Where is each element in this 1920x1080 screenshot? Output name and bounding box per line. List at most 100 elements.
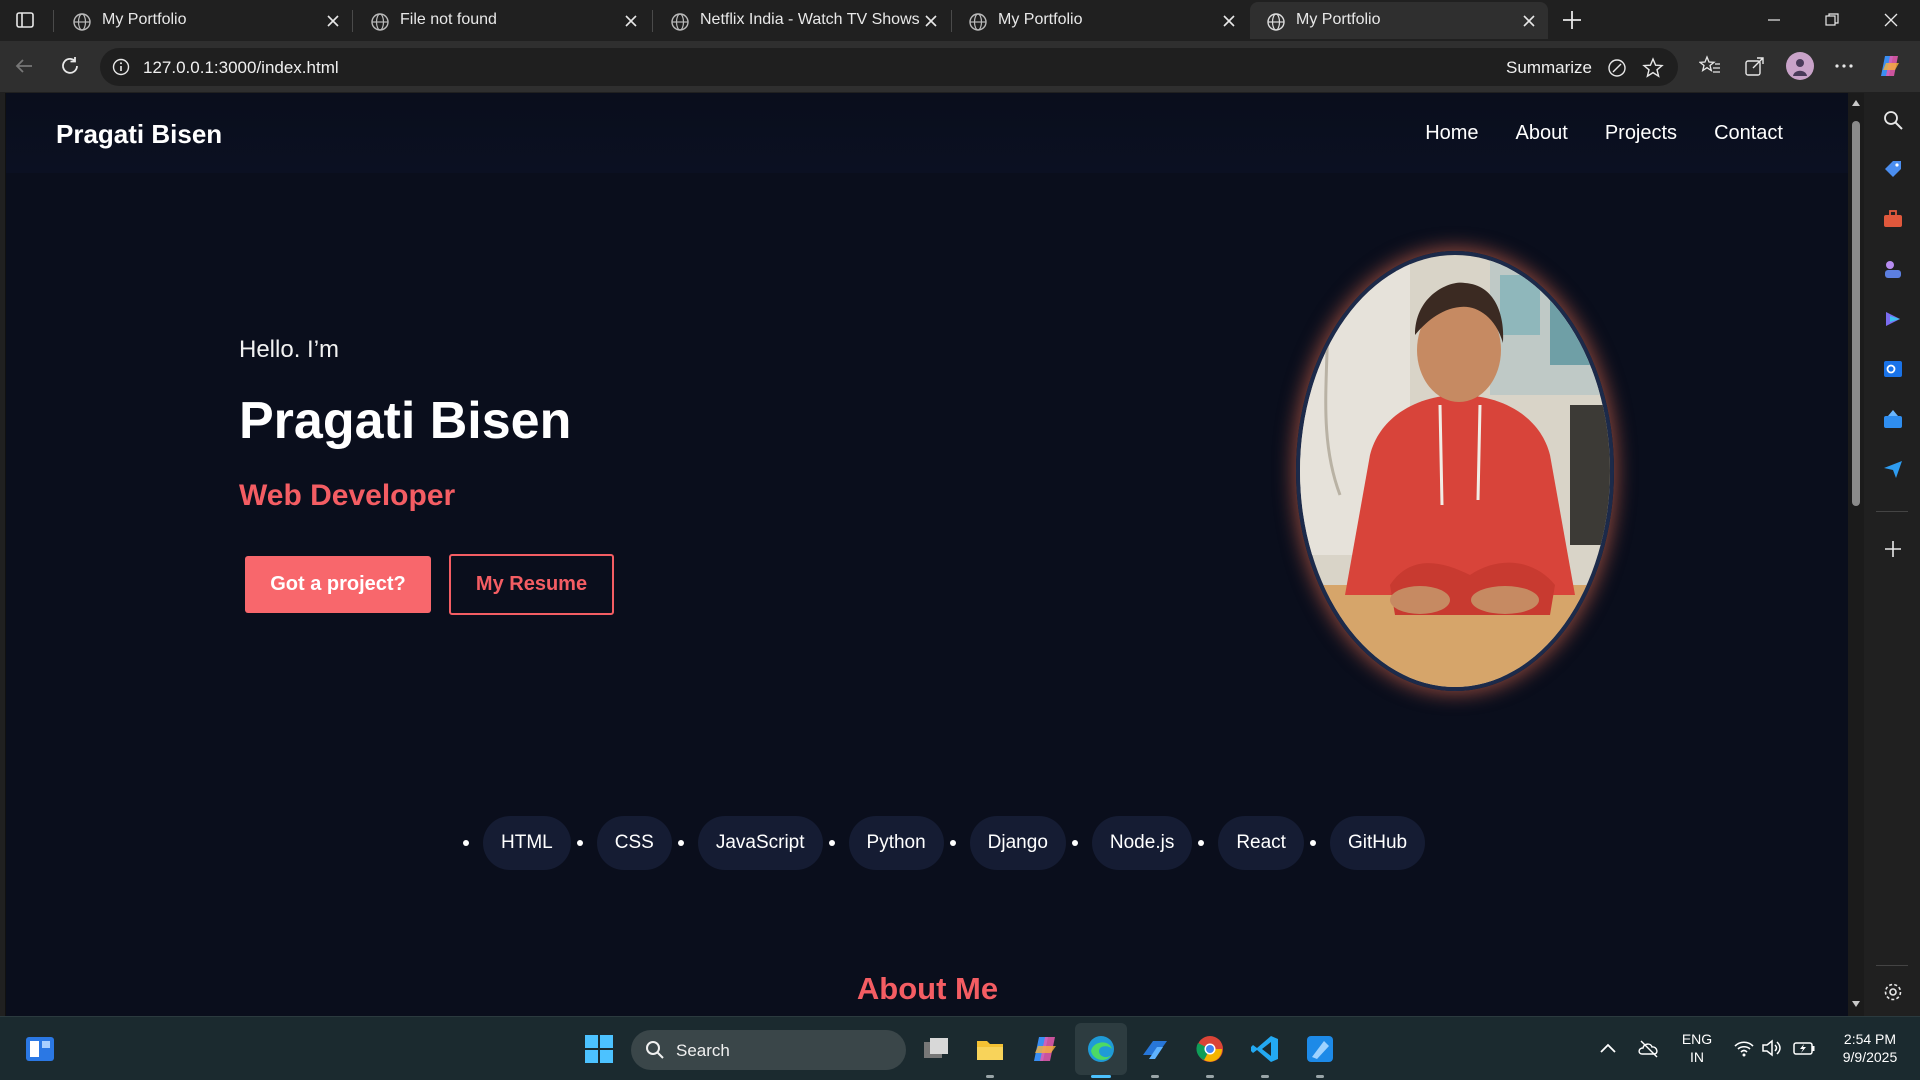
bullet-dot xyxy=(1071,840,1078,846)
close-icon[interactable] xyxy=(1220,12,1238,30)
chrome-icon[interactable] xyxy=(1194,1033,1226,1065)
outlook-icon[interactable] xyxy=(1882,358,1904,380)
globe-icon xyxy=(73,13,91,31)
address-bar[interactable]: 127.0.0.1:3000/index.html Summarize xyxy=(100,48,1678,86)
nav-home[interactable]: Home xyxy=(1425,122,1478,145)
tab-4[interactable]: My Portfolio xyxy=(952,2,1248,39)
globe-icon xyxy=(969,13,987,31)
more-menu-icon[interactable] xyxy=(1831,53,1857,79)
copilot-icon[interactable] xyxy=(1877,53,1903,79)
tab-separator xyxy=(352,10,353,32)
minimize-icon[interactable] xyxy=(1745,0,1803,40)
nav-about[interactable]: About xyxy=(1516,122,1568,145)
battery-icon[interactable] xyxy=(1792,1038,1816,1058)
site-info-icon[interactable] xyxy=(112,58,130,76)
skills-list: HTML CSS JavaScript Python Django Node.j… xyxy=(460,816,1428,870)
browser-toolbar: 127.0.0.1:3000/index.html Summarize xyxy=(0,41,1920,92)
close-window-icon[interactable] xyxy=(1862,0,1920,40)
running-indicator xyxy=(1261,1075,1269,1078)
settings-gear-icon[interactable] xyxy=(1882,981,1904,1003)
tab-1[interactable]: My Portfolio xyxy=(56,2,352,39)
file-explorer-icon[interactable] xyxy=(974,1033,1006,1065)
got-a-project-button[interactable]: Got a project? xyxy=(245,556,431,613)
skill-pill: HTML xyxy=(483,816,571,870)
vscode-icon[interactable] xyxy=(1249,1033,1281,1065)
clock[interactable]: 2:54 PM 9/9/2025 xyxy=(1830,1030,1910,1066)
remote-app-icon[interactable] xyxy=(1139,1033,1171,1065)
search-icon[interactable] xyxy=(1882,109,1904,131)
favorite-star-icon[interactable] xyxy=(1642,57,1664,79)
paint-app-icon[interactable] xyxy=(1304,1033,1336,1065)
tab-title: Netflix India - Watch TV Shows Online xyxy=(700,11,920,28)
windows-taskbar: Search ENG IN 2:54 PM 9/9/2025 xyxy=(0,1016,1920,1080)
add-icon[interactable] xyxy=(1882,538,1904,560)
bullet-dot xyxy=(828,840,835,846)
tools-briefcase-icon[interactable] xyxy=(1882,208,1904,230)
search-icon xyxy=(646,1041,664,1059)
task-view-icon[interactable] xyxy=(920,1033,952,1065)
taskbar-search[interactable]: Search xyxy=(631,1030,906,1070)
onedrive-offline-icon[interactable] xyxy=(1638,1038,1660,1058)
site-header: Pragati Bisen Home About Projects Contac… xyxy=(6,93,1848,173)
shopping-tag-icon[interactable] xyxy=(1882,158,1904,180)
tab-3[interactable]: Netflix India - Watch TV Shows Online xyxy=(654,2,950,39)
tab-5-active[interactable]: My Portfolio xyxy=(1250,2,1548,39)
tab-strip: My Portfolio File not found Netflix Indi… xyxy=(0,0,1920,41)
scrollbar-thumb[interactable] xyxy=(1852,121,1860,506)
globe-icon xyxy=(1267,13,1285,31)
close-icon[interactable] xyxy=(622,12,640,30)
new-tab-icon[interactable] xyxy=(1558,6,1586,34)
active-indicator xyxy=(1091,1075,1111,1078)
volume-icon[interactable] xyxy=(1760,1038,1782,1058)
globe-icon xyxy=(371,13,389,31)
skill-pill: Python xyxy=(848,816,944,870)
back-icon[interactable] xyxy=(11,53,37,79)
scroll-up-icon[interactable] xyxy=(1851,99,1861,107)
profile-photo xyxy=(1296,251,1614,691)
profile-avatar[interactable] xyxy=(1786,52,1814,80)
about-section-title: About Me xyxy=(856,971,999,1006)
copilot-app-icon[interactable] xyxy=(1882,308,1904,330)
copilot-taskbar-icon[interactable] xyxy=(1029,1033,1061,1065)
wifi-icon[interactable] xyxy=(1733,1038,1755,1058)
globe-icon xyxy=(671,13,689,31)
scroll-down-icon[interactable] xyxy=(1851,1000,1861,1008)
site-brand[interactable]: Pragati Bisen xyxy=(56,119,222,150)
refresh-icon[interactable] xyxy=(57,53,83,79)
edge-sidebar xyxy=(1864,93,1920,1016)
tab-2[interactable]: File not found xyxy=(354,2,650,39)
bullet-dot xyxy=(677,840,684,846)
games-icon[interactable] xyxy=(1882,258,1904,280)
url-text: 127.0.0.1:3000/index.html xyxy=(143,58,339,77)
send-icon[interactable] xyxy=(1882,458,1904,480)
page-scrollbar[interactable] xyxy=(1848,93,1864,1016)
tab-title: My Portfolio xyxy=(998,11,1083,28)
skill-pill: GitHub xyxy=(1329,816,1426,870)
close-icon[interactable] xyxy=(1520,12,1538,30)
widgets-icon[interactable] xyxy=(24,1033,56,1065)
start-windows-icon[interactable] xyxy=(583,1033,615,1065)
close-icon[interactable] xyxy=(922,12,940,30)
region-code: IN xyxy=(1690,1049,1704,1065)
site-nav: Home About Projects Contact xyxy=(1425,122,1783,145)
language-code: ENG xyxy=(1681,1031,1713,1047)
nav-projects[interactable]: Projects xyxy=(1605,122,1677,145)
search-label: Search xyxy=(676,1041,730,1060)
restore-icon[interactable] xyxy=(1803,0,1861,40)
favorites-icon[interactable] xyxy=(1697,53,1723,79)
sidebar-divider xyxy=(1876,965,1908,966)
copilot-summarize-icon[interactable] xyxy=(1606,57,1628,79)
my-resume-button[interactable]: My Resume xyxy=(449,554,614,615)
clock-date: 9/9/2025 xyxy=(1842,1049,1898,1065)
summarize-button[interactable]: Summarize xyxy=(1506,58,1592,78)
skill-pill: Django xyxy=(969,816,1066,870)
bullet-dot xyxy=(576,840,583,846)
share-icon[interactable] xyxy=(1742,53,1768,79)
tab-actions-icon[interactable] xyxy=(10,8,40,32)
nav-contact[interactable]: Contact xyxy=(1714,122,1783,145)
close-icon[interactable] xyxy=(324,12,342,30)
drop-icon[interactable] xyxy=(1882,408,1904,430)
language-indicator[interactable]: ENG IN xyxy=(1676,1030,1718,1066)
edge-browser-icon[interactable] xyxy=(1085,1033,1117,1065)
chevron-up-icon[interactable] xyxy=(1599,1041,1617,1055)
